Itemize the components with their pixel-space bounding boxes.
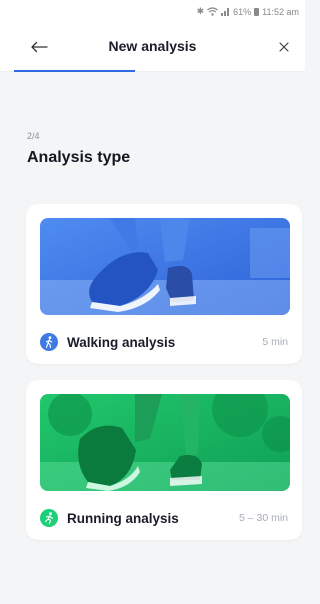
status-icons: ✱ 61% 11:52 am: [197, 6, 299, 17]
close-button[interactable]: [273, 36, 295, 58]
clock: 11:52 am: [262, 6, 299, 17]
walking-analysis-label: Walking analysis: [67, 334, 176, 350]
wifi-icon: [207, 7, 218, 16]
battery-percent: 61%: [233, 6, 252, 17]
signal-icon: [221, 7, 230, 16]
running-analysis-card[interactable]: Running analysis 5 – 30 min: [26, 380, 302, 540]
running-feet-photo: [40, 394, 290, 491]
status-bar: ✱ 61% 11:52 am: [0, 0, 305, 22]
walking-feet-photo: [40, 218, 290, 315]
running-option-row: Running analysis 5 – 30 min: [40, 506, 288, 530]
section-heading: Analysis type: [27, 149, 131, 166]
running-person-icon: [40, 509, 58, 527]
step-counter: 2/4: [27, 131, 40, 141]
walking-person-icon: [40, 333, 58, 351]
bluetooth-icon: ✱: [196, 6, 205, 16]
walking-option-row: Walking analysis 5 min: [40, 330, 288, 354]
walking-analysis-duration: 5 min: [262, 336, 288, 348]
page-title: New analysis: [108, 38, 197, 54]
battery-icon: [254, 7, 260, 16]
running-analysis-label: Running analysis: [67, 510, 179, 526]
walking-analysis-card[interactable]: Walking analysis 5 min: [26, 204, 302, 364]
close-icon: [279, 42, 289, 52]
progress-bar: [14, 70, 135, 72]
running-analysis-duration: 5 – 30 min: [238, 512, 288, 524]
app-header: New analysis: [0, 22, 305, 72]
